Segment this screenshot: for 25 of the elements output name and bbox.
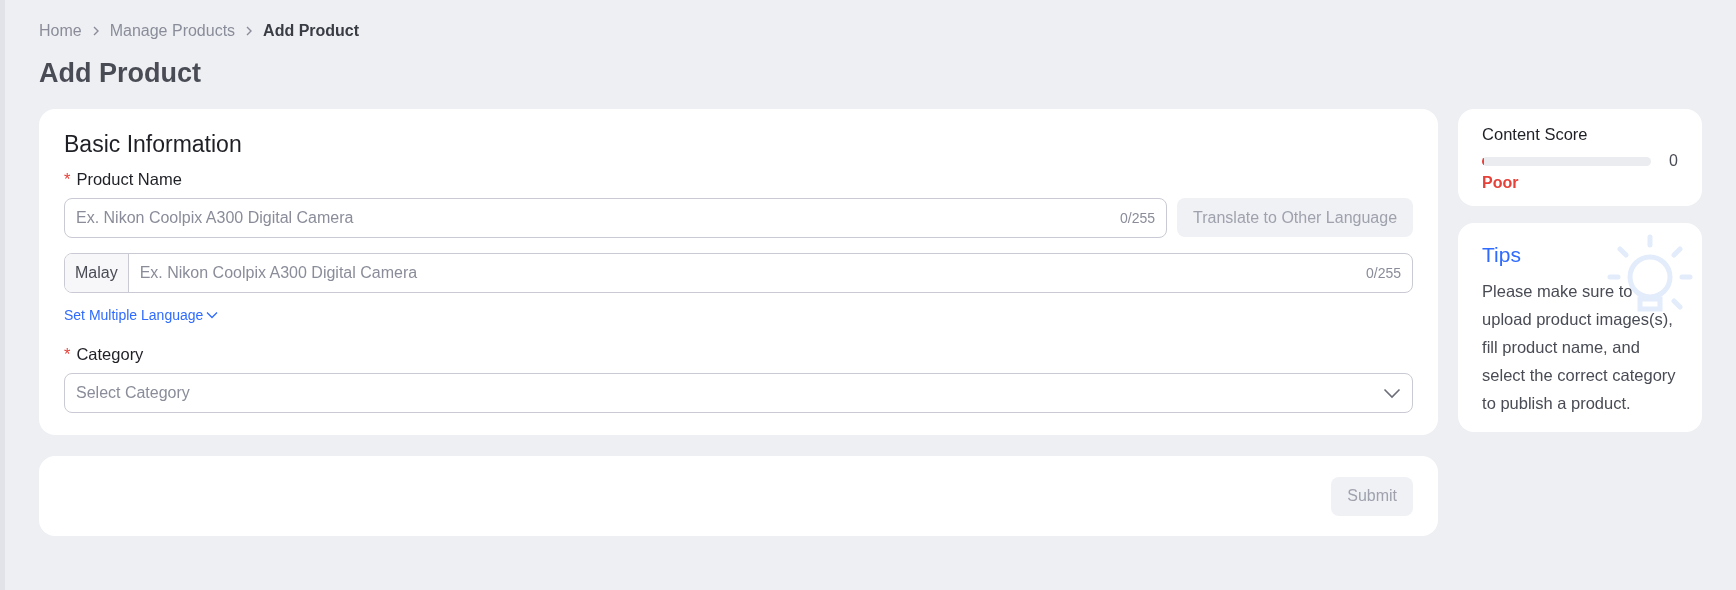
score-title: Content Score (1482, 125, 1589, 144)
language-name-field[interactable]: Malay Ex. Nikon Coolpix A300 Digital Camera 0/255 (64, 253, 1414, 293)
character-counter: 0/255 (1120, 210, 1157, 226)
set-multiple-language-link[interactable]: Set Multiple Language (64, 307, 204, 323)
score-rating: Poor (1482, 174, 1520, 192)
chevron-right-icon (91, 25, 100, 37)
breadcrumb-link[interactable]: Home (39, 22, 82, 40)
select-placeholder: Select Category (76, 384, 190, 402)
required-mark: * (64, 170, 71, 189)
page-title: Add Product (39, 58, 202, 89)
language-label: Malay (65, 254, 129, 292)
field-label: Category (76, 345, 144, 364)
required-mark: * (64, 345, 71, 364)
chevron-down-icon (1383, 387, 1402, 399)
product-name-field[interactable]: Ex. Nikon Coolpix A300 Digital Camera 0/255 (64, 198, 1168, 238)
breadcrumb-link[interactable]: Manage Products (109, 22, 236, 40)
character-counter: 0/255 (1366, 265, 1403, 281)
chevron-right-icon (245, 25, 254, 37)
tips-text: Please make sure to upload product images(s), fill product name, and select the correct category to publish a product. (1482, 281, 1677, 414)
score-value: 0 (1669, 152, 1678, 170)
category-select[interactable]: Select Category (64, 373, 1414, 413)
field-label: Product Name (76, 170, 182, 189)
chevron-down-icon[interactable] (206, 311, 219, 319)
tips-title: Tips (1482, 243, 1522, 267)
section-title: Basic Information (64, 131, 243, 158)
